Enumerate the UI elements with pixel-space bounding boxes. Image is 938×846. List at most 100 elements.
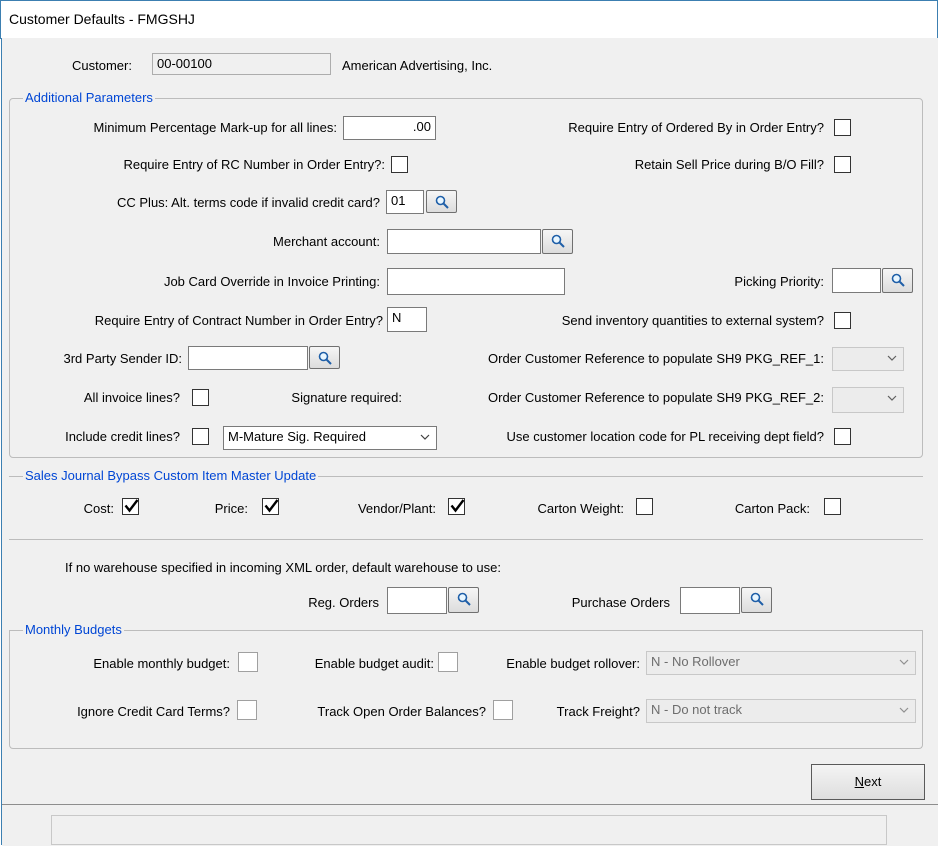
dialog-body: Customer: 00-00100 American Advertising,… bbox=[1, 38, 938, 846]
all-invoice-checkbox[interactable] bbox=[192, 389, 209, 406]
monthly-budgets-divider bbox=[9, 630, 923, 631]
checkmark-icon bbox=[450, 499, 465, 513]
signature-value: M-Mature Sig. Required bbox=[228, 429, 366, 444]
purchase-orders-field[interactable] bbox=[680, 587, 740, 614]
merchant-lookup-button[interactable] bbox=[542, 229, 573, 254]
order-ref2-label: Order Customer Reference to populate SH9… bbox=[488, 390, 824, 405]
reg-orders-label: Reg. Orders bbox=[308, 595, 379, 610]
rollover-value: N - No Rollover bbox=[651, 654, 740, 669]
carton-weight-label: Carton Weight: bbox=[537, 501, 624, 516]
picking-priority-label: Picking Priority: bbox=[734, 274, 824, 289]
use-location-label: Use customer location code for PL receiv… bbox=[506, 429, 824, 444]
enable-audit-label: Enable budget audit: bbox=[314, 656, 434, 671]
req-rc-label: Require Entry of RC Number in Order Entr… bbox=[123, 157, 385, 172]
status-pane bbox=[51, 815, 887, 845]
track-open-label: Track Open Order Balances? bbox=[317, 704, 486, 719]
req-contract-label: Require Entry of Contract Number in Orde… bbox=[94, 313, 383, 328]
checkmark-icon bbox=[264, 499, 279, 513]
warehouse-divider bbox=[9, 539, 923, 540]
next-hotkey: N bbox=[854, 774, 865, 789]
include-credit-label: Include credit lines? bbox=[65, 429, 180, 444]
send-inventory-label: Send inventory quantities to external sy… bbox=[561, 313, 824, 328]
third-party-label: 3rd Party Sender ID: bbox=[63, 351, 183, 366]
enable-rollover-label: Enable budget rollover: bbox=[506, 656, 640, 671]
purchase-orders-label: Purchase Orders bbox=[571, 595, 670, 610]
rollover-select[interactable]: N - No Rollover bbox=[646, 651, 916, 675]
reg-orders-field[interactable] bbox=[387, 587, 447, 614]
merchant-label: Merchant account: bbox=[273, 234, 380, 249]
warehouse-note: If no warehouse specified in incoming XM… bbox=[65, 560, 501, 575]
req-ordered-by-checkbox[interactable] bbox=[834, 119, 851, 136]
track-freight-label: Track Freight? bbox=[556, 704, 640, 719]
cc-plus-label: CC Plus: Alt. terms code if invalid cred… bbox=[117, 195, 380, 210]
third-party-lookup-button[interactable] bbox=[309, 346, 340, 369]
reg-orders-lookup-button[interactable] bbox=[448, 587, 479, 613]
magnifier-icon bbox=[750, 592, 764, 606]
title-bar: Customer Defaults - FMGSHJ bbox=[0, 0, 938, 39]
cc-plus-lookup-button[interactable] bbox=[426, 190, 457, 213]
enable-monthly-label: Enable monthly budget: bbox=[93, 656, 230, 671]
chevron-down-icon bbox=[887, 355, 897, 361]
customer-code-field: 00-00100 bbox=[152, 53, 331, 75]
chevron-down-icon bbox=[420, 434, 430, 440]
order-ref1-select[interactable] bbox=[832, 347, 904, 371]
monthly-budgets-group bbox=[9, 630, 923, 749]
status-bar bbox=[2, 804, 938, 846]
enable-monthly-checkbox[interactable] bbox=[238, 652, 258, 672]
retain-sell-checkbox[interactable] bbox=[834, 156, 851, 173]
order-ref2-select[interactable] bbox=[832, 387, 904, 413]
additional-parameters-title: Additional Parameters bbox=[23, 90, 155, 106]
req-contract-field[interactable]: N bbox=[387, 307, 427, 332]
job-card-label: Job Card Override in Invoice Printing: bbox=[163, 274, 380, 289]
enable-audit-checkbox[interactable] bbox=[438, 652, 458, 672]
req-rc-checkbox[interactable] bbox=[391, 156, 408, 173]
chevron-down-icon bbox=[899, 707, 909, 713]
chevron-down-icon bbox=[899, 659, 909, 665]
purchase-orders-lookup-button[interactable] bbox=[741, 587, 772, 613]
chevron-down-icon bbox=[887, 395, 897, 401]
carton-pack-label: Carton Pack: bbox=[734, 501, 810, 516]
price-label: Price: bbox=[214, 501, 248, 516]
signature-select[interactable]: M-Mature Sig. Required bbox=[223, 426, 437, 450]
order-ref1-label: Order Customer Reference to populate SH9… bbox=[488, 351, 824, 366]
include-credit-checkbox[interactable] bbox=[192, 428, 209, 445]
carton-weight-checkbox[interactable] bbox=[636, 498, 653, 515]
magnifier-icon bbox=[435, 195, 449, 209]
freight-select[interactable]: N - Do not track bbox=[646, 699, 916, 723]
freight-value: N - Do not track bbox=[651, 702, 743, 717]
checkmark-icon bbox=[124, 499, 139, 513]
magnifier-icon bbox=[318, 351, 332, 365]
magnifier-icon bbox=[891, 273, 905, 287]
req-ordered-by-label: Require Entry of Ordered By in Order Ent… bbox=[568, 120, 824, 135]
picking-priority-field[interactable] bbox=[832, 268, 881, 293]
ignore-cc-label: Ignore Credit Card Terms? bbox=[77, 704, 230, 719]
cc-plus-field[interactable]: 01 bbox=[386, 190, 424, 214]
use-location-checkbox[interactable] bbox=[834, 428, 851, 445]
min-markup-field[interactable]: .00 bbox=[343, 116, 436, 140]
customer-name: American Advertising, Inc. bbox=[342, 58, 493, 73]
signature-label: Signature required: bbox=[291, 390, 402, 405]
magnifier-icon bbox=[551, 234, 565, 248]
customer-label: Customer: bbox=[72, 58, 132, 73]
all-invoice-label: All invoice lines? bbox=[83, 390, 180, 405]
monthly-budgets-title: Monthly Budgets bbox=[23, 622, 124, 638]
sales-journal-title: Sales Journal Bypass Custom Item Master … bbox=[23, 468, 319, 484]
min-markup-label: Minimum Percentage Mark-up for all lines… bbox=[93, 120, 337, 135]
third-party-field[interactable] bbox=[188, 346, 308, 370]
price-checkbox[interactable] bbox=[262, 498, 279, 515]
track-open-checkbox[interactable] bbox=[493, 700, 513, 720]
vendor-label: Vendor/Plant: bbox=[357, 501, 436, 516]
job-card-field[interactable] bbox=[387, 268, 565, 295]
picking-priority-lookup-button[interactable] bbox=[882, 268, 913, 293]
carton-pack-checkbox[interactable] bbox=[824, 498, 841, 515]
merchant-field[interactable] bbox=[387, 229, 541, 254]
cost-checkbox[interactable] bbox=[122, 498, 139, 515]
next-label: ext bbox=[864, 774, 882, 789]
send-inventory-checkbox[interactable] bbox=[834, 312, 851, 329]
cost-label: Cost: bbox=[83, 501, 114, 516]
ignore-cc-checkbox[interactable] bbox=[237, 700, 257, 720]
retain-sell-label: Retain Sell Price during B/O Fill? bbox=[634, 157, 824, 172]
next-button[interactable]: Next bbox=[811, 764, 925, 800]
window-title: Customer Defaults - FMGSHJ bbox=[9, 11, 195, 27]
vendor-checkbox[interactable] bbox=[448, 498, 465, 515]
